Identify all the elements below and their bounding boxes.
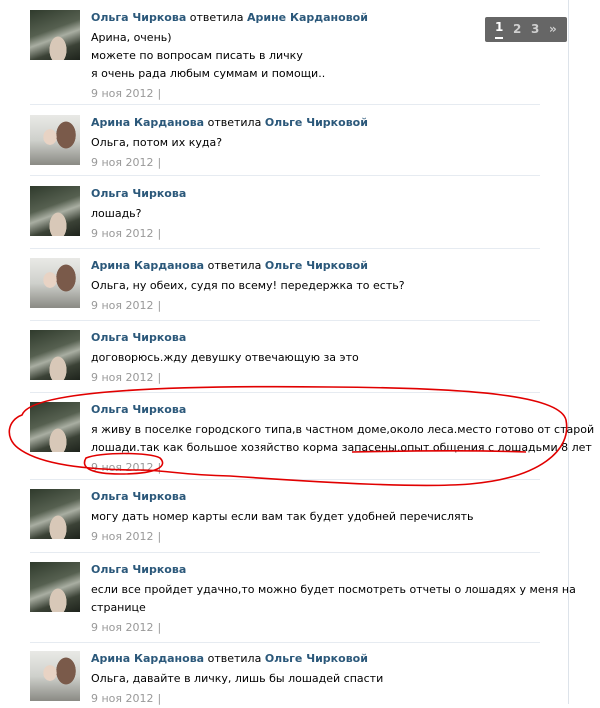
meta-separator: | bbox=[157, 299, 162, 312]
avatar[interactable] bbox=[30, 651, 80, 701]
avatar[interactable] bbox=[30, 10, 80, 60]
author-link[interactable]: Арина Карданова bbox=[91, 652, 204, 665]
comment-text-line: я очень рада любым суммам и помощи.. bbox=[91, 67, 326, 80]
meta-separator: | bbox=[157, 87, 162, 100]
meta-separator: | bbox=[157, 227, 162, 240]
reply-verb: ответила bbox=[207, 259, 262, 272]
comment-text-line: можете по вопросам писать в личку bbox=[91, 49, 303, 62]
comment-date-link[interactable]: 9 ноя 2012 bbox=[91, 87, 154, 100]
avatar[interactable] bbox=[30, 115, 80, 165]
meta-separator: | bbox=[157, 371, 162, 384]
author-link[interactable]: Ольга Чиркова bbox=[91, 490, 186, 503]
comment-divider bbox=[30, 248, 540, 249]
reply-target-link[interactable]: Ольге Чирковой bbox=[265, 652, 368, 665]
comment-divider bbox=[30, 552, 540, 553]
comment-text-line: если все пройдет удачно,то можно будет п… bbox=[91, 583, 576, 596]
comment-text-line: Арина, очень) bbox=[91, 31, 172, 44]
comment-date-link[interactable]: 9 ноя 2012 bbox=[91, 156, 154, 169]
comment-text-line: Ольга, ну обеих, судя по всему! передерж… bbox=[91, 279, 405, 292]
comment-date-link[interactable]: 9 ноя 2012 bbox=[91, 371, 154, 384]
author-link[interactable]: Ольга Чиркова bbox=[91, 403, 186, 416]
meta-separator: | bbox=[157, 461, 162, 474]
author-link[interactable]: Ольга Чиркова bbox=[91, 187, 186, 200]
comment-divider bbox=[30, 392, 540, 393]
comment-text-line: Ольга, давайте в личку, лишь бы лошадей … bbox=[91, 672, 384, 685]
comment-date-link[interactable]: 9 ноя 2012 bbox=[91, 227, 154, 240]
comment-divider bbox=[30, 104, 540, 105]
comment-date-link[interactable]: 9 ноя 2012 bbox=[91, 692, 154, 705]
author-link[interactable]: Ольга Чиркова bbox=[91, 563, 186, 576]
meta-separator: | bbox=[157, 156, 162, 169]
comment-text-line: лошадь? bbox=[91, 207, 142, 220]
author-link[interactable]: Арина Карданова bbox=[91, 116, 204, 129]
reply-target-link[interactable]: Ольге Чирковой bbox=[265, 116, 368, 129]
author-link[interactable]: Ольга Чиркова bbox=[91, 11, 186, 24]
comment-divider bbox=[30, 175, 540, 176]
author-link[interactable]: Ольга Чиркова bbox=[91, 331, 186, 344]
reply-verb: ответила bbox=[207, 116, 262, 129]
comment-date-link[interactable]: 9 ноя 2012 bbox=[91, 299, 154, 312]
reply-verb: ответила bbox=[207, 652, 262, 665]
reply-target-link[interactable]: Ольге Чирковой bbox=[265, 259, 368, 272]
avatar[interactable] bbox=[30, 186, 80, 236]
comment-divider bbox=[30, 320, 540, 321]
comment-text-line: лошади.так как большое хозяйство корма з… bbox=[91, 441, 592, 454]
meta-separator: | bbox=[157, 692, 162, 705]
next-page-arrow-icon[interactable]: » bbox=[549, 17, 557, 42]
comment-date-link[interactable]: 9 ноя 2012 bbox=[91, 461, 154, 474]
avatar[interactable] bbox=[30, 330, 80, 380]
comment-divider bbox=[30, 642, 540, 643]
avatar[interactable] bbox=[30, 258, 80, 308]
comment-text-line: Ольга, потом их куда? bbox=[91, 136, 223, 149]
comment-text-line: странице bbox=[91, 601, 146, 614]
comment-text-line: договорюсь.жду девушку отвечающую за это bbox=[91, 351, 359, 364]
author-link[interactable]: Арина Карданова bbox=[91, 259, 204, 272]
meta-separator: | bbox=[157, 621, 162, 634]
reply-verb: ответила bbox=[189, 11, 244, 24]
comment-divider bbox=[30, 479, 540, 480]
avatar[interactable] bbox=[30, 562, 80, 612]
comment-date-link[interactable]: 9 ноя 2012 bbox=[91, 621, 154, 634]
feed-right-border bbox=[568, 0, 569, 704]
comment-text-line: могу дать номер карты если вам так будет… bbox=[91, 510, 474, 523]
reply-target-link[interactable]: Арине Кардановой bbox=[247, 11, 368, 24]
avatar[interactable] bbox=[30, 489, 80, 539]
comment-text-line: я живу в поселке городского типа,в частн… bbox=[91, 423, 595, 436]
meta-separator: | bbox=[157, 530, 162, 543]
comment-date-link[interactable]: 9 ноя 2012 bbox=[91, 530, 154, 543]
avatar[interactable] bbox=[30, 402, 80, 452]
